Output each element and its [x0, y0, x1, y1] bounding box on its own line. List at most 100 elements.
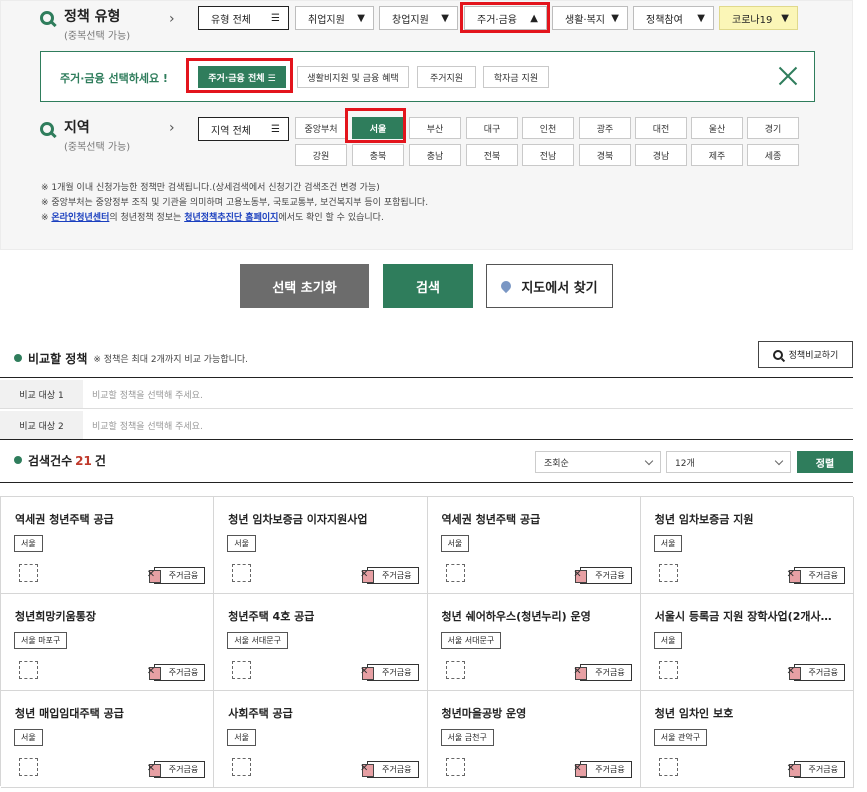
result-count: 21 [75, 453, 92, 468]
region-gangwon[interactable]: 강원 [295, 144, 347, 166]
dropdown-label: 유형 전체 [211, 14, 251, 26]
region-daejeon[interactable]: 대전 [635, 117, 687, 139]
note-line: ※ 중앙부처는 중앙정부 조직 및 기관을 의미하며 고용노동부, 국토교통부,… [41, 198, 429, 208]
policy-card-title[interactable]: 청년 임차인 보호 [655, 705, 843, 721]
category-tag-label: 주거금융 [808, 765, 838, 774]
policy-type-label: 정책 유형 (중복선택 가능) [40, 9, 130, 42]
policy-card-title[interactable]: 청년 쉐어하우스(청년누리) 운영 [442, 608, 630, 624]
region-chungnam[interactable]: 충남 [409, 144, 461, 166]
compare-policies-button[interactable]: 정책비교하기 [758, 341, 853, 368]
search-icon [40, 122, 54, 136]
compare-checkbox[interactable] [658, 758, 678, 776]
policy-card[interactable]: 사회주택 공급 서울 주거금융 [214, 691, 428, 788]
region-daegu[interactable]: 대구 [466, 117, 518, 139]
policy-card-title[interactable]: 청년희망키움통장 [15, 608, 203, 624]
dropdown-covid19[interactable]: 코로나19 ▼ [719, 6, 798, 30]
compare-checkbox[interactable] [232, 564, 252, 582]
compare-checkbox[interactable] [232, 758, 252, 776]
sort-order-select[interactable]: 조회순 [535, 451, 661, 473]
chip-housing-support[interactable]: 주거지원 [417, 66, 476, 88]
compare-checkbox[interactable] [658, 564, 678, 582]
bullet-icon [14, 353, 22, 362]
region-jeonnam[interactable]: 전남 [522, 144, 574, 166]
policy-card[interactable]: 청년 임차인 보호서울 관악구주거금융 [640, 691, 854, 788]
search-button[interactable]: 검색 [383, 264, 473, 308]
policy-type-all-dropdown[interactable]: 유형 전체 ☰ [198, 6, 289, 30]
compare-checkbox[interactable] [19, 661, 38, 679]
region-chungbuk[interactable]: 충북 [352, 144, 404, 166]
policy-card[interactable]: 서울시 등록금 지원 장학사업(2개사… 서울 주거금융 [640, 594, 854, 691]
policy-card-region: 서울 [14, 729, 43, 746]
region-gwangju[interactable]: 광주 [579, 117, 631, 139]
online-youth-center-link[interactable]: 온라인청년센터 [51, 213, 109, 223]
chip-living-cost[interactable]: 생활비지원 및 금융 혜택 [297, 66, 409, 88]
region-jeonbuk[interactable]: 전북 [466, 144, 518, 166]
region-jeju[interactable]: 제주 [691, 144, 743, 166]
compare-checkbox[interactable] [658, 661, 678, 679]
dropdown-life-welfare[interactable]: 생활·복지 ▼ [552, 6, 628, 30]
policy-card-region: 서울 서대문구 [440, 632, 502, 649]
category-tag-label: 주거금융 [168, 765, 199, 774]
policy-card-title[interactable]: 서울시 등록금 지원 장학사업(2개사… [655, 608, 843, 624]
category-tag-label: 주거금융 [595, 765, 625, 774]
policy-card-title[interactable]: 청년마을공방 운영 [442, 705, 630, 721]
dropdown-startup[interactable]: 창업지원 ▼ [379, 6, 458, 30]
compare-title: 비교할 정책 [28, 352, 88, 366]
menu-icon: ☰ [271, 123, 280, 135]
reset-button[interactable]: 선택 초기화 [240, 264, 369, 308]
policy-card-title[interactable]: 역세권 청년주택 공급 [442, 511, 630, 527]
policy-card[interactable]: 청년 쉐어하우스(청년누리) 운영서울 서대문구주거금융 [427, 594, 641, 691]
search-icon [40, 11, 54, 25]
policy-card[interactable]: 청년 임차보증금 이자지원사업 서울 주거금융 [214, 497, 428, 594]
compare-checkbox[interactable] [445, 661, 465, 679]
compare-checkbox[interactable] [445, 564, 465, 582]
policy-card[interactable]: 청년희망키움통장 서울 마포구 주거금융 [1, 594, 215, 691]
find-on-map-button[interactable]: 지도에서 찾기 [486, 264, 613, 308]
region-gyeongnam[interactable]: 경남 [635, 144, 687, 166]
region-sejong[interactable]: 세종 [747, 144, 799, 166]
per-page-select[interactable]: 12개 [666, 451, 791, 473]
sort-button[interactable]: 정렬 [797, 451, 853, 473]
policy-card-title[interactable]: 역세권 청년주택 공급 [15, 511, 203, 527]
compare-checkbox[interactable] [19, 564, 38, 582]
category-tag: 주거금융 [573, 761, 632, 778]
region-busan[interactable]: 부산 [409, 117, 461, 139]
compare-checkbox[interactable] [232, 661, 252, 679]
result-count-unit: 건 [94, 454, 106, 468]
policy-card-region: 서울 관악구 [653, 729, 708, 746]
region-ulsan[interactable]: 울산 [691, 117, 743, 139]
highlight-box [345, 108, 406, 143]
youth-policy-homepage-link[interactable]: 청년정책추진단 홈페이지 [184, 213, 278, 223]
region-gyeongbuk[interactable]: 경북 [579, 144, 631, 166]
filter-panel: 정책 유형 (중복선택 가능) › 유형 전체 ☰ 취업지원 ▼ 창업지원 ▼ … [0, 0, 853, 250]
dropdown-participation[interactable]: 정책참여 ▼ [633, 6, 714, 30]
policy-card-grid: 역세권 청년주택 공급서울주거금융청년 임차보증금 이자지원사업서울주거금융역세… [0, 496, 854, 788]
close-icon[interactable] [778, 66, 798, 86]
region-gyeonggi[interactable]: 경기 [747, 117, 799, 139]
policy-card[interactable]: 청년 매입임대주택 공급서울주거금융 [1, 691, 215, 788]
policy-card-title[interactable]: 사회주택 공급 [228, 705, 416, 721]
policy-card[interactable]: 청년주택 4호 공급 서울 서대문구 주거금융 [214, 594, 428, 691]
compare-checkbox[interactable] [445, 758, 465, 776]
region-incheon[interactable]: 인천 [522, 117, 574, 139]
policy-card[interactable]: 역세권 청년주택 공급 서울 주거금융 [427, 497, 641, 594]
map-pin-icon [499, 278, 514, 294]
chip-tuition-support[interactable]: 학자금 지원 [483, 66, 549, 88]
policy-card-title[interactable]: 청년주택 4호 공급 [228, 608, 416, 624]
region-all-dropdown[interactable]: 지역 전체 ☰ [198, 117, 289, 141]
dropdown-employment[interactable]: 취업지원 ▼ [295, 6, 374, 30]
compare-checkbox[interactable] [19, 758, 38, 776]
category-tag: 주거금융 [360, 664, 419, 681]
region-central[interactable]: 중앙부처 [295, 117, 347, 139]
chevron-down-icon [644, 456, 654, 465]
policy-card-title[interactable]: 청년 매입임대주택 공급 [15, 705, 203, 721]
policy-card-title[interactable]: 청년 임차보증금 이자지원사업 [228, 511, 416, 527]
category-tag: 주거금융 [573, 567, 632, 584]
policy-card[interactable]: 청년 임차보증금 지원 서울 주거금융 [640, 497, 854, 594]
select-value: 12개 [675, 458, 695, 469]
category-tag-label: 주거금융 [595, 668, 625, 677]
category-tag: 주거금융 [360, 567, 419, 584]
policy-card-title[interactable]: 청년 임차보증금 지원 [655, 511, 843, 527]
policy-card[interactable]: 청년마을공방 운영 서울 금천구 주거금융 [427, 691, 641, 788]
policy-card[interactable]: 역세권 청년주택 공급 서울 주거금융 [1, 497, 215, 594]
